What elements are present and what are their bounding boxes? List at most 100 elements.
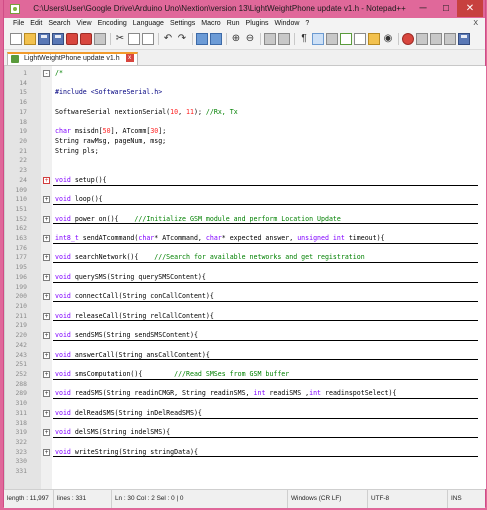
- maximize-button[interactable]: ☐: [435, 0, 457, 17]
- code-line[interactable]: 14: [5, 79, 486, 89]
- code-line[interactable]: 17 SoftwareSerial nextionSerial(10, 11); …: [5, 108, 486, 118]
- run-macro-multiple-icon[interactable]: [444, 33, 456, 45]
- code-line[interactable]: 310: [5, 399, 486, 409]
- code-line[interactable]: 318: [5, 419, 486, 429]
- code-line[interactable]: 23: [5, 166, 486, 176]
- menu-macro[interactable]: Macro: [198, 18, 223, 30]
- folder-workspace-icon[interactable]: [368, 33, 380, 45]
- code-line[interactable]: 20 String rawMsg, pageNum, msg;: [5, 137, 486, 147]
- code-line[interactable]: 242: [5, 341, 486, 351]
- menu-plugins[interactable]: Plugins: [243, 18, 272, 30]
- tab-document[interactable]: LightWeightPhone update v1.h x: [7, 52, 138, 65]
- sync-vertical-icon[interactable]: [264, 33, 276, 45]
- title-bar[interactable]: C:\Users\User\Google Drive\Arduino Uno\N…: [4, 0, 485, 18]
- code-line[interactable]: 109: [5, 186, 486, 196]
- code-line[interactable]: 288: [5, 380, 486, 390]
- code-line[interactable]: 289 + void readSMS(String readinCMGR, Stri…: [5, 389, 486, 400]
- code-line[interactable]: 16: [5, 98, 486, 108]
- code-line[interactable]: 1 -/*: [5, 69, 486, 79]
- fold-expand-icon[interactable]: +: [43, 254, 50, 262]
- save-macro-icon[interactable]: [458, 33, 470, 45]
- function-list-icon[interactable]: [354, 33, 366, 45]
- fold-expand-icon[interactable]: +: [43, 312, 50, 320]
- code-line[interactable]: 162: [5, 224, 486, 234]
- zoom-in-icon[interactable]: ⊕: [230, 33, 242, 45]
- code-line[interactable]: 163 + int8_t sendATcommand(char* ATcommand…: [5, 234, 486, 244]
- fold-expand-icon[interactable]: +: [43, 215, 50, 223]
- menu-view[interactable]: View: [74, 18, 95, 30]
- word-wrap-icon[interactable]: ¶: [298, 33, 310, 45]
- code-line[interactable]: 210: [5, 302, 486, 312]
- indent-guide-icon[interactable]: [326, 33, 338, 45]
- menu-edit[interactable]: Edit: [27, 18, 45, 30]
- code-line[interactable]: 220 + void sendSMS(String sendSMSContent){: [5, 331, 486, 341]
- menu-file[interactable]: File: [10, 18, 27, 30]
- document-map-icon[interactable]: [340, 33, 352, 45]
- code-line[interactable]: 195: [5, 263, 486, 273]
- playback-macro-icon[interactable]: [430, 33, 442, 45]
- code-line[interactable]: 152 + void power on(){ ///Initialize GSM m…: [5, 215, 486, 225]
- save-icon[interactable]: [38, 33, 50, 45]
- code-line[interactable]: 22: [5, 156, 486, 166]
- fold-expand-icon[interactable]: +: [43, 176, 50, 184]
- fold-expand-icon[interactable]: +: [43, 332, 50, 340]
- minimize-button[interactable]: ─: [411, 0, 435, 17]
- fold-expand-icon[interactable]: +: [43, 371, 50, 378]
- menu-language[interactable]: Language: [130, 18, 167, 30]
- fold-expand-icon[interactable]: +: [43, 293, 50, 301]
- fold-expand-icon[interactable]: +: [43, 235, 50, 243]
- code-line[interactable]: 15 #include <SoftwareSerial.h>: [5, 88, 486, 98]
- show-all-chars-icon[interactable]: [312, 33, 324, 45]
- monitoring-icon[interactable]: ◉: [382, 33, 394, 45]
- code-line[interactable]: 21 String pls;: [5, 147, 486, 157]
- redo-icon[interactable]: ↷: [176, 33, 188, 45]
- code-line[interactable]: 196 + void querySMS(String querySMSContent…: [5, 273, 486, 283]
- menu-encoding[interactable]: Encoding: [95, 18, 130, 30]
- menu-run[interactable]: Run: [224, 18, 243, 30]
- code-line[interactable]: 176: [5, 244, 486, 254]
- code-line[interactable]: 322: [5, 438, 486, 448]
- code-line[interactable]: 311 + void delReadSMS(String inDelReadSMS)…: [5, 409, 486, 419]
- fold-expand-icon[interactable]: +: [43, 390, 50, 398]
- print-icon[interactable]: [94, 33, 106, 45]
- new-file-icon[interactable]: [10, 33, 22, 45]
- menu-settings[interactable]: Settings: [167, 18, 198, 30]
- code-line[interactable]: 199: [5, 283, 486, 293]
- menu-window[interactable]: Window: [272, 18, 303, 30]
- notepadpp-app-icon[interactable]: [10, 4, 20, 14]
- fold-expand-icon[interactable]: +: [43, 409, 50, 417]
- code-line[interactable]: 211 + void releaseCall(String relCallConte…: [5, 312, 486, 322]
- close-file-icon[interactable]: [66, 33, 78, 45]
- code-line[interactable]: 177 + void searchNetwork(){ ///Search for …: [5, 253, 486, 264]
- code-line[interactable]: 200 + void connectCall(String conCallConte…: [5, 292, 486, 303]
- code-editor[interactable]: 1 -/* 14 15 #include <SoftwareSerial.h> 16 17 S…: [4, 66, 486, 489]
- code-line[interactable]: 251: [5, 360, 486, 370]
- fold-collapse-icon[interactable]: -: [43, 70, 50, 77]
- fold-expand-icon[interactable]: +: [43, 429, 50, 437]
- code-line[interactable]: 18: [5, 118, 486, 128]
- code-line[interactable]: 252 + void smsComputation(){ ///Read SMSes…: [5, 370, 486, 380]
- code-line[interactable]: 110 + void loop(){: [5, 195, 486, 205]
- menu-search[interactable]: Search: [45, 18, 73, 30]
- paste-icon[interactable]: [142, 33, 154, 45]
- fold-expand-icon[interactable]: +: [43, 351, 50, 359]
- save-all-icon[interactable]: [52, 33, 64, 45]
- code-line[interactable]: 219: [5, 321, 486, 331]
- fold-expand-icon[interactable]: +: [43, 448, 50, 456]
- cut-icon[interactable]: ✂: [114, 33, 126, 45]
- code-line[interactable]: 19 char msisdn[50], ATcomm[30];: [5, 127, 486, 137]
- code-line[interactable]: 323 + void writeString(String stringData){: [5, 448, 486, 458]
- zoom-out-icon[interactable]: ⊖: [244, 33, 256, 45]
- code-line[interactable]: 151: [5, 205, 486, 215]
- code-line[interactable]: 243 + void answerCall(String ansCallConten…: [5, 351, 486, 361]
- undo-icon[interactable]: ↶: [162, 33, 174, 45]
- code-line[interactable]: 331: [5, 467, 486, 477]
- copy-icon[interactable]: [128, 33, 140, 45]
- fold-expand-icon[interactable]: +: [43, 273, 50, 281]
- find-icon[interactable]: [196, 33, 208, 45]
- close-document-icon[interactable]: X: [470, 18, 481, 30]
- close-all-icon[interactable]: [80, 33, 92, 45]
- close-window-button[interactable]: ✕: [457, 0, 483, 17]
- menu-help[interactable]: ?: [302, 18, 312, 30]
- replace-icon[interactable]: [210, 33, 222, 45]
